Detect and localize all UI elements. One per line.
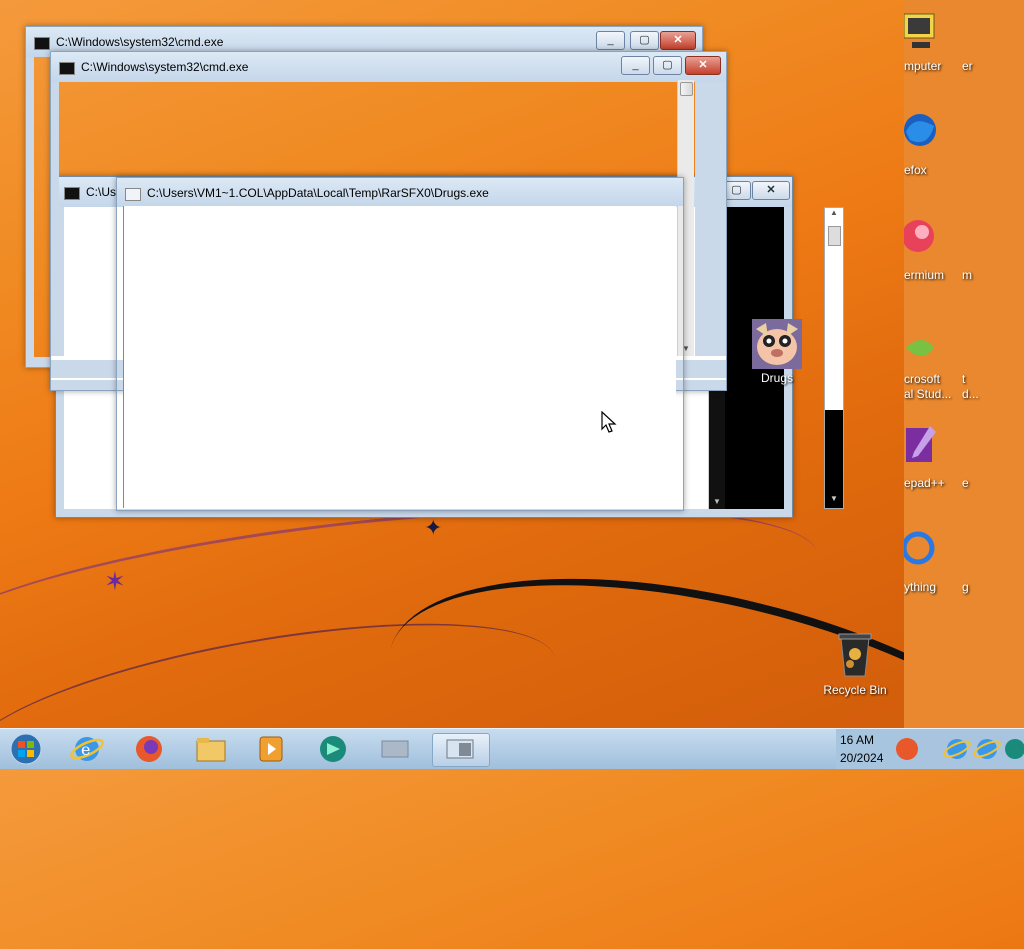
explorer-folder-icon[interactable] [188, 733, 234, 765]
visual-studio-icon[interactable] [904, 332, 938, 374]
clock-time: 16 AM [840, 733, 875, 747]
window-frame-left [51, 82, 59, 390]
close-icon: ✕ [766, 184, 776, 196]
svg-text:e: e [81, 740, 90, 759]
everything-search-icon[interactable] [904, 530, 938, 572]
close-button[interactable]: ✕ [752, 181, 790, 200]
app-green-icon[interactable] [1002, 735, 1024, 763]
right-icon-label: e [962, 476, 969, 490]
taskbar-window-button-active[interactable] [432, 733, 490, 767]
start-orb-icon[interactable] [4, 733, 48, 765]
scroll-thumb[interactable] [680, 82, 693, 96]
right-icon-label: t [962, 372, 966, 386]
firefox-icon[interactable] [904, 108, 938, 150]
close-button[interactable]: ✕ [660, 31, 696, 50]
minimize-button[interactable]: _ [596, 31, 625, 50]
window-title: C:\Windows\system32\cmd.exe [81, 60, 249, 74]
scroll-down-icon[interactable]: ▼ [709, 495, 725, 509]
right-icon-label: g [962, 580, 969, 594]
taskbar: e 16 AM 20/2024 [0, 728, 1024, 769]
right-icon-label: d... [962, 387, 979, 401]
maximize-icon: ▢ [731, 184, 742, 196]
right-icon-label: m [962, 268, 972, 282]
right-icon-label: al Stud... [904, 387, 952, 401]
app-icon [125, 188, 141, 201]
title-bar[interactable]: C:\Users\VM1~1.COL\AppData\Local\Temp\Ra… [117, 178, 683, 206]
active-window-icon [446, 739, 474, 759]
computer-icon[interactable] [904, 12, 938, 54]
console-icon [34, 37, 50, 50]
close-icon: ✕ [673, 34, 683, 46]
right-icon-label: er [962, 59, 973, 73]
recycle-bin-icon[interactable] [836, 630, 874, 678]
right-icon-label: epad++ [904, 476, 945, 490]
waterfox-icon[interactable] [904, 216, 938, 258]
desktop-icon-label[interactable]: Drugs [746, 371, 808, 385]
wallpaper-flower: ✶ [104, 566, 126, 596]
internet-explorer-icon[interactable] [942, 735, 972, 763]
drugs-exe-window[interactable]: C:\Users\VM1~1.COL\AppData\Local\Temp\Ra… [116, 177, 684, 511]
maximize-icon: ▢ [639, 34, 650, 46]
taskbar-window-button[interactable] [372, 733, 418, 765]
media-player-icon[interactable] [248, 733, 294, 765]
mouse-cursor-icon [601, 411, 617, 433]
right-icon-label: efox [904, 163, 927, 177]
clock-date: 20/2024 [840, 751, 884, 765]
firefox-icon[interactable] [126, 733, 172, 765]
maximize-button[interactable]: ▢ [653, 56, 682, 75]
ghost-scrollbar[interactable]: ▲ ▼ [824, 207, 844, 509]
drugs-content-area[interactable] [123, 206, 676, 508]
dog-face-icon[interactable] [752, 319, 802, 369]
maximize-icon: ▢ [662, 59, 673, 71]
wallpaper-flower: ✦ [424, 515, 443, 540]
close-icon: ✕ [698, 59, 708, 71]
maximize-button[interactable]: ▢ [630, 31, 659, 50]
firefox-icon[interactable] [892, 735, 922, 763]
app-green-icon[interactable] [310, 733, 356, 765]
window-frame-right [695, 82, 726, 390]
right-icon-label: crosoft [904, 372, 941, 386]
minimize-button[interactable]: _ [621, 56, 650, 75]
window-title: C:\Windows\system32\cmd.exe [56, 35, 224, 49]
right-icon-label: ermium [904, 268, 945, 282]
minimize-icon: _ [607, 34, 614, 46]
right-icon-label: ything [904, 580, 937, 594]
window-frame-left [26, 57, 34, 367]
window-title: C:\Users\VM1~1.COL\AppData\Local\Temp\Ra… [147, 186, 489, 200]
notepad-plus-icon[interactable] [904, 424, 938, 466]
desktop-icon-label[interactable]: Recycle Bin [816, 683, 894, 697]
close-button[interactable]: ✕ [685, 56, 721, 75]
internet-explorer-icon[interactable] [972, 735, 1002, 763]
title-bar[interactable]: C:\Windows\system32\cmd.exe _ ▢ ✕ [51, 52, 726, 82]
console-icon [59, 62, 75, 75]
minimize-icon: _ [632, 59, 639, 71]
blank-window-icon [381, 740, 409, 758]
internet-explorer-icon[interactable]: e [64, 733, 110, 765]
right-icon-label: mputer [904, 59, 942, 73]
